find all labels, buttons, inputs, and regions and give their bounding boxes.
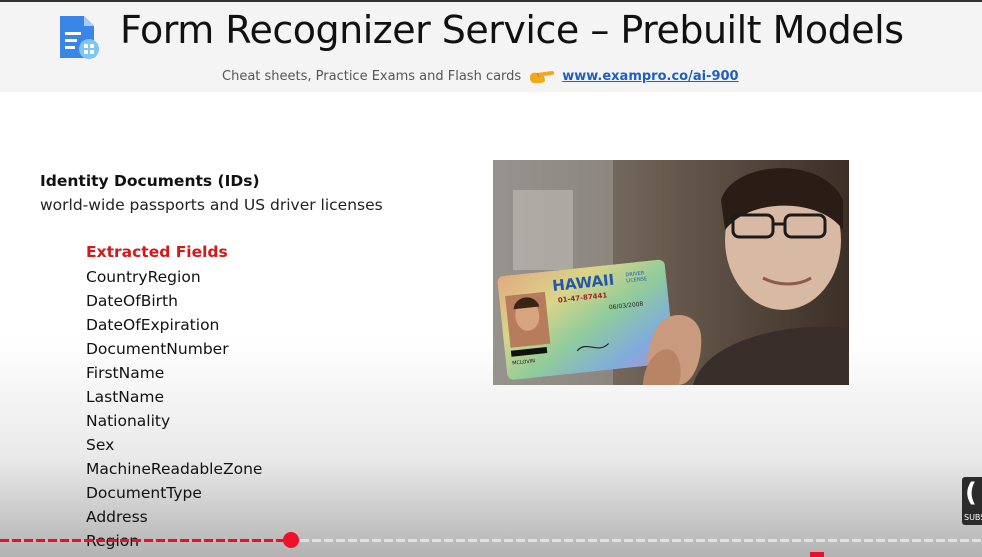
field-item: CountryRegion xyxy=(86,268,201,286)
subscribe-button[interactable]: ( SUBSCRIBE xyxy=(962,477,982,525)
field-item: Region xyxy=(86,531,262,555)
field-item: FirstName xyxy=(86,364,165,382)
exampro-link[interactable]: www.exampro.co/ai-900 xyxy=(562,69,738,84)
photo-illustration: HAWAII DRIVER LICENSE 01-47-87441 06/03/… xyxy=(493,160,849,385)
chapter-marker xyxy=(810,552,824,557)
video-scrubber-handle[interactable] xyxy=(282,532,299,548)
form-document-icon xyxy=(60,16,99,59)
video-progress-played xyxy=(0,539,291,542)
extracted-fields-list: CountryRegion DateOfBirth DateOfExpirati… xyxy=(86,267,262,555)
slide-title: Form Recognizer Service – Prebuilt Model… xyxy=(120,8,904,52)
subtitle-bar: Cheat sheets, Practice Exams and Flash c… xyxy=(222,68,739,84)
field-item: Address xyxy=(86,508,148,526)
field-item: DateOfExpiration xyxy=(86,316,220,334)
pointing-hand-icon xyxy=(530,71,555,83)
document-type-heading: Identity Documents (IDs) xyxy=(40,172,260,190)
field-item: MachineReadableZone xyxy=(86,460,263,478)
slide-header: Form Recognizer Service – Prebuilt Model… xyxy=(0,0,982,92)
subscribe-logo-icon: ( xyxy=(965,478,977,508)
field-item: DateOfBirth xyxy=(86,292,178,310)
id-card-photo: HAWAII DRIVER LICENSE 01-47-87441 06/03/… xyxy=(493,160,849,385)
field-item: DocumentNumber xyxy=(86,340,229,358)
field-item: LastName xyxy=(86,388,165,406)
subtitle-text: Cheat sheets, Practice Exams and Flash c… xyxy=(222,68,522,84)
subscribe-label: SUBSCRIBE xyxy=(964,513,982,522)
extracted-fields-heading: Extracted Fields xyxy=(86,243,228,261)
field-item: Sex xyxy=(86,436,115,454)
field-item: DocumentType xyxy=(86,484,202,502)
field-item: Nationality xyxy=(86,412,171,430)
document-type-description: world-wide passports and US driver licen… xyxy=(40,196,383,214)
